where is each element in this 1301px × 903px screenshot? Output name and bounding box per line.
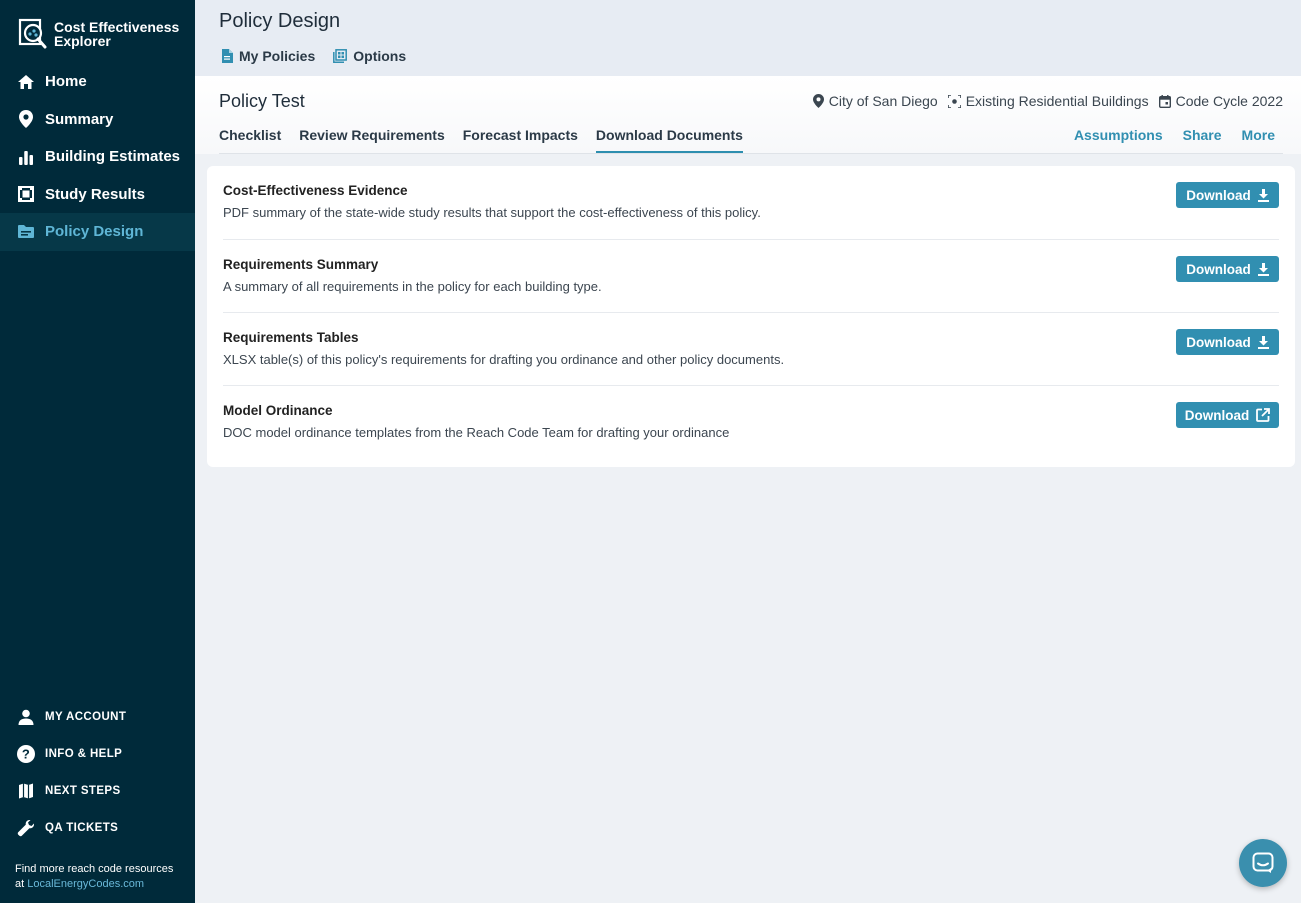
meta-jurisdiction: City of San Diego <box>812 93 938 109</box>
sidebar-bottom-nav: MY ACCOUNT ? INFO & HELP NEXT STEPS QA T… <box>0 698 195 846</box>
download-button[interactable]: Download <box>1176 402 1279 428</box>
sidebar-item-label: NEXT STEPS <box>45 784 121 797</box>
sidebar-item-my-account[interactable]: MY ACCOUNT <box>0 698 195 735</box>
map-icon <box>17 782 35 800</box>
options-icon <box>333 49 348 63</box>
sidebar-item-label: Summary <box>45 110 114 128</box>
sidebar-item-study-results[interactable]: Study Results <box>0 176 195 214</box>
meta-building-scope: Existing Residential Buildings <box>947 93 1149 109</box>
sidebar-item-label: Study Results <box>45 185 146 203</box>
assumptions-button[interactable]: Assumptions <box>1074 127 1163 143</box>
sidebar: Cost Effectiveness Explorer Home Summary… <box>0 0 195 903</box>
policy-meta: City of San Diego Existing Residential B… <box>812 93 1283 109</box>
policy-tabs: Checklist Review Requirements Forecast I… <box>219 127 743 153</box>
folder-icon <box>17 223 35 241</box>
meta-code-cycle: Code Cycle 2022 <box>1158 93 1283 109</box>
policy-header: Policy Test City of San Diego Existing R… <box>195 76 1301 154</box>
download-button[interactable]: Download <box>1176 256 1279 282</box>
header-links: My Policies Options <box>221 48 406 64</box>
documents-card: Cost-Effectiveness Evidence PDF summary … <box>207 166 1295 467</box>
bar-chart-icon <box>17 148 35 166</box>
download-icon <box>1257 335 1269 349</box>
meta-jurisdiction-label: City of San Diego <box>828 93 938 109</box>
sidebar-item-label: Home <box>45 73 87 91</box>
sidebar-footer-note: Find more reach code resources at LocalE… <box>15 862 185 892</box>
document-title: Requirements Summary <box>223 257 379 272</box>
tab-download-documents[interactable]: Download Documents <box>595 127 743 153</box>
download-button-label: Download <box>1186 187 1251 203</box>
sidebar-item-label: Policy Design <box>45 223 144 241</box>
chat-icon <box>1252 852 1274 873</box>
external-link-icon <box>1256 408 1271 422</box>
document-description: A summary of all requirements in the pol… <box>223 279 602 294</box>
tab-checklist[interactable]: Checklist <box>219 127 281 153</box>
study-results-icon <box>17 185 35 203</box>
download-button-label: Download <box>1186 334 1251 350</box>
tab-divider <box>219 153 1283 154</box>
sidebar-item-building-estimates[interactable]: Building Estimates <box>0 138 195 176</box>
document-title: Model Ordinance <box>223 403 333 418</box>
sidebar-item-label: INFO & HELP <box>45 747 123 760</box>
sidebar-item-summary[interactable]: Summary <box>0 101 195 139</box>
tab-forecast-impacts[interactable]: Forecast Impacts <box>463 127 578 153</box>
document-row: Cost-Effectiveness Evidence PDF summary … <box>223 166 1279 239</box>
document-row: Model Ordinance DOC model ordinance temp… <box>223 385 1279 458</box>
document-icon <box>222 49 233 63</box>
app-logo[interactable]: Cost Effectiveness Explorer <box>18 18 179 50</box>
document-title: Requirements Tables <box>223 330 359 345</box>
my-policies-label: My Policies <box>239 48 316 64</box>
meta-building-scope-label: Existing Residential Buildings <box>965 93 1149 109</box>
wrench-icon <box>17 819 35 837</box>
location-icon <box>812 94 824 108</box>
download-icon <box>1257 188 1269 202</box>
sidebar-item-label: QA TICKETS <box>45 821 119 834</box>
footer-link[interactable]: LocalEnergyCodes.com <box>27 878 144 890</box>
logo-text-line2: Explorer <box>54 33 111 49</box>
options-label: Options <box>353 48 407 64</box>
svg-text:?: ? <box>22 746 30 761</box>
download-button[interactable]: Download <box>1176 182 1279 208</box>
sidebar-item-label: Building Estimates <box>45 148 181 166</box>
share-button[interactable]: Share <box>1183 127 1222 143</box>
my-policies-link[interactable]: My Policies <box>221 48 315 64</box>
sidebar-item-next-steps[interactable]: NEXT STEPS <box>0 772 195 809</box>
policy-actions: Assumptions Share More <box>1074 127 1275 143</box>
sidebar-item-policy-design[interactable]: Policy Design <box>0 213 195 251</box>
document-row: Requirements Summary A summary of all re… <box>223 239 1279 312</box>
logo-icon <box>18 18 47 49</box>
document-title: Cost-Effectiveness Evidence <box>223 183 408 198</box>
policy-name: Policy Test <box>219 91 305 111</box>
options-link[interactable]: Options <box>333 48 406 64</box>
chat-launcher-button[interactable] <box>1239 839 1287 887</box>
sidebar-item-label: MY ACCOUNT <box>45 710 127 723</box>
home-icon <box>17 73 35 91</box>
user-icon <box>17 708 35 726</box>
download-icon <box>1257 262 1269 276</box>
more-button[interactable]: More <box>1242 127 1275 143</box>
document-row: Requirements Tables XLSX table(s) of thi… <box>223 312 1279 385</box>
document-description: DOC model ordinance templates from the R… <box>223 425 730 440</box>
help-icon: ? <box>17 744 35 763</box>
sidebar-item-home[interactable]: Home <box>0 63 195 101</box>
sidebar-nav: Home Summary Building Estimates Study Re… <box>0 63 195 251</box>
page-header: Policy Design My Policies Options <box>195 0 1301 76</box>
download-button[interactable]: Download <box>1176 329 1279 355</box>
sidebar-item-qa-tickets[interactable]: QA TICKETS <box>0 809 195 846</box>
download-button-label: Download <box>1186 261 1251 277</box>
calendar-icon <box>1158 94 1171 108</box>
page-title: Policy Design <box>219 10 341 32</box>
tab-review-requirements[interactable]: Review Requirements <box>299 127 445 153</box>
sidebar-item-info-help[interactable]: ? INFO & HELP <box>0 735 195 772</box>
document-description: XLSX table(s) of this policy's requireme… <box>223 352 785 367</box>
logo-text-line1: Cost Effectiveness <box>54 19 180 35</box>
map-pin-icon <box>17 110 35 129</box>
document-description: PDF summary of the state-wide study resu… <box>223 205 761 220</box>
meta-code-cycle-label: Code Cycle 2022 <box>1175 93 1283 109</box>
building-scope-icon <box>947 94 961 108</box>
download-button-label: Download <box>1184 407 1250 423</box>
